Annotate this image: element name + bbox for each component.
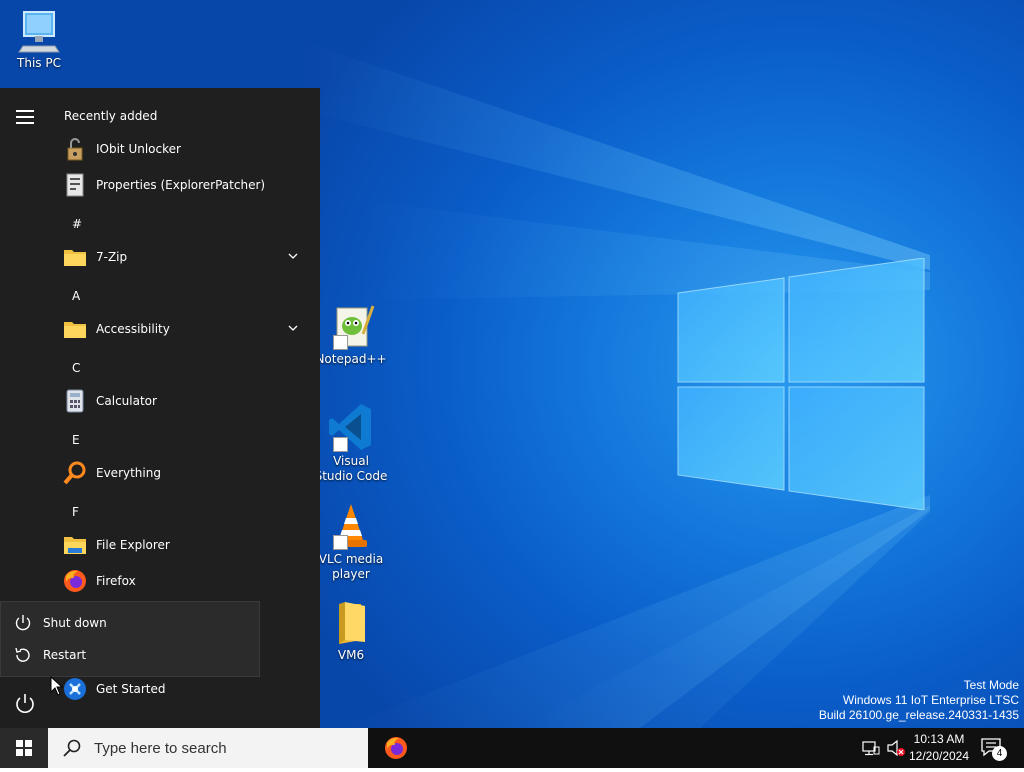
desktop-icon-vm6[interactable]: VM6 (313, 600, 389, 663)
properties-icon (66, 173, 84, 197)
get-started-icon (64, 678, 86, 700)
app-item-firefox[interactable]: Firefox (62, 564, 312, 598)
app-item-calculator[interactable]: Calculator (62, 384, 312, 418)
calculator-icon (66, 389, 84, 413)
desktop-icon-label: This PC (17, 56, 61, 70)
chevron-down-icon[interactable] (288, 323, 298, 333)
shortcut-arrow-icon (333, 335, 348, 350)
mouse-cursor-icon (50, 676, 64, 696)
app-item-file-explorer[interactable]: File Explorer (62, 528, 312, 562)
clock-date: 12/20/2024 (908, 749, 970, 763)
app-item-properties-explorerpatcher[interactable]: Properties (ExplorerPatcher) (62, 168, 312, 202)
shut-down-option[interactable]: Shut down (1, 607, 257, 639)
windows-logo-wallpaper (677, 258, 925, 510)
search-icon (63, 739, 81, 757)
letter-header[interactable]: C (72, 361, 80, 375)
watermark-line: Test Mode (963, 678, 1019, 692)
power-options-flyout: Shut down Restart (0, 601, 260, 677)
windows-start-icon (16, 740, 32, 756)
search-input[interactable] (92, 738, 356, 758)
chevron-down-icon[interactable] (288, 251, 298, 261)
app-label: Accessibility (96, 322, 170, 336)
magnifier-icon (63, 461, 86, 485)
app-label: Calculator (96, 394, 157, 408)
restart-label: Restart (43, 648, 87, 662)
desktop-icon-label: Visual Studio Code (314, 454, 388, 483)
desktop-icon-vlc[interactable]: VLC media player (313, 502, 389, 582)
desktop-icon-notepadpp[interactable]: Notepad++ (313, 304, 389, 367)
action-center-button[interactable]: 4 (980, 737, 1008, 761)
clock-time: 10:13 AM (913, 732, 965, 746)
restart-icon (15, 647, 30, 662)
lock-icon (67, 138, 83, 161)
volume-muted-icon[interactable] (886, 739, 906, 757)
letter-header[interactable]: A (72, 289, 80, 303)
computer-icon (18, 11, 60, 53)
app-label: Everything (96, 466, 161, 480)
restart-option[interactable]: Restart (1, 639, 257, 671)
system-clock[interactable]: 10:13 AM 12/20/2024 (906, 731, 972, 765)
letter-header[interactable]: F (72, 505, 79, 519)
letter-header[interactable]: # (72, 217, 82, 231)
firefox-icon (64, 570, 86, 592)
test-mode-watermark: Test Mode Windows 11 IoT Enterprise LTSC… (819, 678, 1019, 723)
desktop-icon-label: Notepad++ (315, 352, 387, 366)
file-explorer-icon (64, 537, 86, 554)
taskbar-search-box[interactable] (48, 728, 368, 768)
app-item-7zip[interactable]: 7-Zip (62, 240, 312, 274)
app-label: Firefox (96, 574, 136, 588)
folder-icon (64, 322, 86, 338)
app-item-get-started[interactable]: Get Started (62, 672, 312, 706)
hamburger-menu-button[interactable] (16, 110, 34, 124)
folder-icon (64, 250, 86, 266)
app-label: 7-Zip (96, 250, 128, 264)
notification-count-badge: 4 (992, 746, 1007, 761)
letter-header[interactable]: E (72, 433, 80, 447)
shortcut-arrow-icon (333, 437, 348, 452)
desktop-icon-label: VM6 (337, 648, 365, 662)
app-label: File Explorer (96, 538, 170, 552)
app-item-iobit-unlocker[interactable]: IObit Unlocker (62, 132, 312, 166)
app-label: Get Started (96, 682, 166, 696)
app-item-accessibility[interactable]: Accessibility (62, 312, 312, 346)
taskbar-firefox-button[interactable] (378, 728, 414, 768)
firefox-icon (385, 737, 407, 759)
power-button[interactable] (12, 691, 38, 717)
app-label: IObit Unlocker (96, 142, 181, 156)
desktop-icon-label: VLC media player (318, 552, 384, 581)
shortcut-arrow-icon (333, 535, 348, 550)
recently-added-header: Recently added (64, 109, 158, 123)
start-button[interactable] (0, 728, 48, 768)
watermark-line: Build 26100.ge_release.240331-1435 (818, 708, 1019, 722)
app-label: Properties (ExplorerPatcher) (96, 178, 266, 192)
folder-icon (339, 602, 365, 644)
taskbar: 10:13 AM 12/20/2024 4 (0, 728, 1024, 768)
shut-down-label: Shut down (43, 616, 107, 630)
power-icon (15, 615, 31, 631)
desktop-icon-this-pc[interactable]: This PC (1, 8, 77, 71)
desktop-icon-vscode[interactable]: Visual Studio Code (313, 402, 389, 484)
app-item-everything[interactable]: Everything (62, 456, 312, 490)
watermark-line: Windows 11 IoT Enterprise LTSC (842, 693, 1019, 707)
network-icon[interactable] (862, 740, 880, 756)
